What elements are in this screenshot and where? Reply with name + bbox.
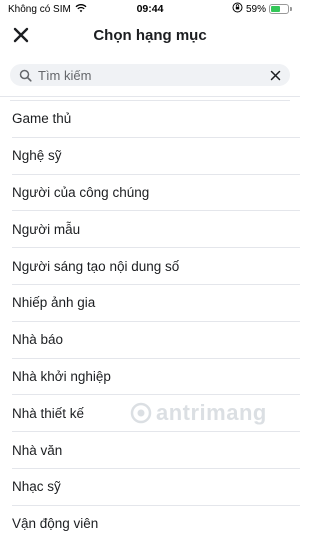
list-item[interactable]: Nhà báo [12,322,300,359]
category-label: Nhà thiết kế [12,405,85,421]
list-item[interactable]: Nghệ sỹ [12,138,300,175]
category-list: Game thủ Nghệ sỹ Người của công chúng Người… [0,101,300,534]
list-item[interactable]: Nhà văn [12,432,300,469]
search-box[interactable] [10,64,290,86]
status-bar: Không có SIM 09:44 59% [0,0,300,18]
category-label: Nhạc sỹ [12,479,61,495]
header: Chọn hạng mục [0,18,300,52]
wifi-icon [75,3,87,16]
status-right: 59% [182,2,292,16]
category-label: Nhiếp ảnh gia [12,295,96,311]
search-section [0,52,300,97]
category-label: Game thủ [12,111,72,127]
clear-search-button[interactable] [268,68,282,82]
category-label: Nhà báo [12,332,64,348]
category-label: Nhà khởi nghiệp [12,368,111,384]
page-title: Chọn hạng mục [93,26,207,44]
clear-icon [270,70,280,80]
category-label: Nghệ sỹ [12,148,62,164]
list-item[interactable]: Game thủ [12,101,300,138]
battery-charging-icon [268,4,292,14]
status-left: Không có SIM [8,3,118,16]
category-label: Người mẫu [12,221,81,237]
category-label: Vận động viên [12,516,99,532]
list-item[interactable]: Người mẫu [12,211,300,249]
category-label: Người của công chúng [12,184,150,200]
list-item[interactable]: Người sáng tạo nội dung số [12,248,300,285]
close-button[interactable] [10,24,32,46]
search-icon [18,68,32,82]
list-item[interactable]: Người của công chúng [12,175,300,212]
list-item[interactable]: Nhiếp ảnh gia [12,285,300,322]
search-input[interactable] [32,65,268,85]
list-item[interactable]: Nhạc sỹ [12,469,300,506]
category-label: Người sáng tạo nội dung số [12,258,180,274]
status-time: 09:44 [136,3,164,15]
list-item[interactable]: Nhà khởi nghiệp [12,359,300,396]
list-item[interactable]: Nhà thiết kế [12,395,300,433]
battery-level-fill [270,6,281,12]
orientation-lock-icon [232,2,243,16]
battery-percent: 59% [245,3,266,15]
close-icon [13,27,29,43]
carrier-label: Không có SIM [8,3,71,15]
list-item[interactable]: Vận động viên [12,506,300,534]
category-label: Nhà văn [12,442,63,458]
